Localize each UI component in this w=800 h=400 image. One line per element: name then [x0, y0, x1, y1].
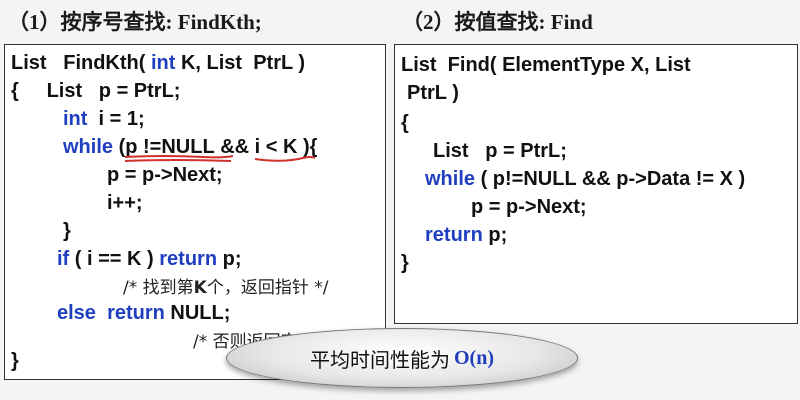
find-line-5: while ( p!=NULL && p->Data != X ) [425, 168, 746, 190]
code-line-2: { List p = PtrL; [11, 80, 181, 102]
find-line-4: List p = PtrL; [433, 140, 567, 162]
code-line-4: while (p !=NULL && i < K ){ [63, 133, 317, 162]
callout-complexity: O(n) [454, 346, 494, 369]
code-line-7: } [63, 220, 71, 242]
find-line-7: return p; [425, 224, 508, 246]
code-box-find: List Find( ElementType X, List PtrL ) { … [394, 44, 798, 324]
heading-findkth: （1）按序号查找: FindKth; [8, 10, 262, 34]
callout-text: 平均时间性能为 [310, 347, 450, 372]
find-line-1: List Find( ElementType X, List [401, 54, 691, 76]
code-line-12: } [11, 350, 19, 372]
find-line-2: PtrL ) [407, 82, 459, 104]
underline-index-check: i < K [254, 136, 316, 162]
code-comment-1: /* 找到第K个，返回指针 */ [123, 278, 329, 298]
find-line-3: { [401, 112, 409, 134]
find-line-8: } [401, 252, 409, 274]
complexity-callout: 平均时间性能为 O(n) [226, 328, 578, 388]
code-line-6: i++; [107, 192, 143, 214]
underline-null-check: p !=NULL [125, 136, 234, 162]
code-line-8: if ( i == K ) return p; [57, 248, 242, 270]
code-line-5: p = p->Next; [107, 164, 223, 186]
find-line-6: p = p->Next; [471, 196, 587, 218]
code-line-1: List FindKth( int K, List PtrL ) [11, 52, 306, 74]
red-underline-mark [254, 156, 316, 162]
heading-find: （2）按值查找: Find [402, 10, 593, 34]
code-box-findkth: List FindKth( int K, List PtrL ) { List … [4, 44, 386, 380]
code-line-10: else return NULL; [57, 302, 231, 324]
code-line-3: int i = 1; [63, 108, 145, 130]
